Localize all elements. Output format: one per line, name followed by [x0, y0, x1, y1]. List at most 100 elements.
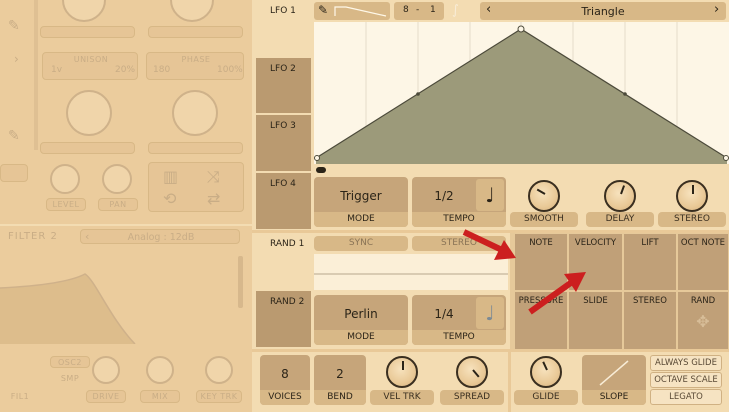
tab-lfo-3[interactable]: LFO 3: [256, 115, 311, 171]
osc-param-bar-4[interactable]: [148, 142, 243, 154]
filter-type-label: Analog : 12dB: [127, 232, 195, 243]
tab-lfo-2[interactable]: LFO 2: [256, 58, 311, 113]
delay-label: DELAY: [586, 212, 654, 227]
edit-icon[interactable]: ✎: [8, 18, 20, 34]
glide-knob[interactable]: [530, 356, 562, 388]
edit-icon[interactable]: ✎: [8, 128, 20, 144]
keyboard-icon[interactable]: ▥: [163, 167, 178, 186]
lfo-shape-preview[interactable]: ✎: [314, 2, 390, 20]
pencil-icon[interactable]: ✎: [318, 3, 328, 17]
mod-source-lift[interactable]: LIFT: [623, 233, 677, 291]
lfo-waveform-editor[interactable]: [314, 22, 729, 164]
stereo-knob[interactable]: [676, 180, 708, 212]
key-track-knob[interactable]: [205, 356, 233, 384]
grid-denominator[interactable]: 1: [430, 5, 436, 15]
rand-tempo-control[interactable]: 1/4 ♩ TEMPO: [412, 295, 506, 345]
osc-param-bar-1[interactable]: [40, 26, 135, 38]
velocity-track-knob[interactable]: [386, 356, 418, 388]
tab-lfo-4[interactable]: LFO 4: [256, 173, 311, 229]
legato-toggle[interactable]: LEGATO: [650, 389, 722, 405]
rand-mode-label: MODE: [314, 330, 408, 345]
drive-knob[interactable]: [92, 356, 120, 384]
mix-knob[interactable]: [146, 356, 174, 384]
osc-knob-mid-1[interactable]: [66, 90, 112, 136]
slope-control[interactable]: SLOPE: [582, 355, 646, 405]
bend-label: BEND: [314, 390, 366, 405]
unison-min: 1v: [51, 65, 63, 75]
filter-type-selector[interactable]: ‹ Analog : 12dB: [80, 229, 240, 244]
lfo-shape-selector[interactable]: ‹ Triangle ›: [480, 2, 726, 20]
octave-scale-toggle[interactable]: OCTAVE SCALE: [650, 372, 722, 388]
rand-preview-graph: [314, 254, 508, 290]
mod-source-velocity[interactable]: VELOCITY: [568, 233, 623, 291]
shuffle-icon[interactable]: ⤨: [207, 167, 220, 187]
tab-rand-1[interactable]: RAND 1: [256, 233, 311, 289]
mod-source-rand-label: RAND: [690, 296, 716, 306]
drag-handle-icon[interactable]: ✥: [678, 312, 728, 331]
pan-label: PAN: [98, 198, 138, 211]
chevron-right-icon[interactable]: ›: [14, 52, 19, 66]
mod-source-slide[interactable]: SLIDE: [568, 291, 623, 350]
rand-mode-control[interactable]: Perlin MODE: [314, 295, 408, 345]
always-glide-toggle[interactable]: ALWAYS GLIDE: [650, 355, 722, 371]
grid-numerator[interactable]: 8: [403, 5, 409, 15]
osc-param-bar-2[interactable]: [148, 26, 243, 38]
tab-lfo-1[interactable]: LFO 1: [256, 0, 311, 56]
osc-mode-box[interactable]: [0, 164, 28, 182]
mod-source-velocity-label: VELOCITY: [574, 238, 617, 248]
mod-source-stereo[interactable]: STEREO: [623, 291, 677, 350]
mod-source-note[interactable]: NOTE: [514, 233, 568, 291]
smooth-knob[interactable]: [528, 180, 560, 212]
phase-min: 180: [153, 65, 171, 75]
mod-source-oct-note[interactable]: OCT NOTE: [677, 233, 729, 291]
tab-rand-2[interactable]: RAND 2: [256, 291, 311, 347]
rand-tempo-value: 1/4: [434, 307, 454, 321]
shape-thumbnail-icon: [334, 6, 387, 17]
velocity-track-label: VEL TRK: [370, 390, 434, 405]
osc-options-grid[interactable]: ▥ ⤨ ⟲ ⇄: [148, 162, 244, 212]
delay-knob[interactable]: [604, 180, 636, 212]
unison-control[interactable]: UNISON 1v 20%: [42, 52, 138, 80]
osc-scrollbar[interactable]: [34, 0, 38, 150]
filter-scrollbar[interactable]: [238, 256, 243, 308]
osc-param-bar-3[interactable]: [40, 142, 135, 154]
rand-sync-toggle[interactable]: SYNC: [314, 236, 408, 251]
loop-icon[interactable]: ⟲: [163, 189, 176, 208]
osc2-label[interactable]: OSC2: [50, 356, 90, 368]
voices-control[interactable]: 8 VOICES: [260, 355, 310, 405]
tab-rand-2-label: RAND 2: [270, 297, 305, 307]
spread-knob[interactable]: [456, 356, 488, 388]
filter-response-graph[interactable]: [0, 248, 236, 344]
mod-source-lift-label: LIFT: [641, 238, 659, 248]
mod-source-pressure[interactable]: PRESSURE: [514, 291, 568, 350]
smooth-curve-icon[interactable]: ∫: [452, 3, 459, 18]
note-icon[interactable]: ♩: [476, 297, 504, 329]
mod-source-slide-label: SLIDE: [583, 296, 608, 306]
fil1-label[interactable]: FIL1: [0, 392, 40, 401]
unison-label: UNISON: [73, 55, 109, 64]
note-icon[interactable]: ♩: [476, 179, 504, 211]
bend-control[interactable]: 2 BEND: [314, 355, 366, 405]
lfo-mode-control[interactable]: Trigger MODE: [314, 177, 408, 227]
chevron-right-icon[interactable]: ›: [714, 2, 719, 17]
osc-knob-top-1[interactable]: [62, 0, 106, 22]
stereo-label: STEREO: [658, 212, 726, 227]
grid-separator: -: [416, 5, 420, 15]
filter-header: FILTER 2 ‹ Analog : 12dB: [0, 224, 252, 246]
pan-knob[interactable]: [102, 164, 132, 194]
lfo-phase-scrollbar[interactable]: [316, 167, 326, 173]
rand-stereo-toggle[interactable]: STEREO: [412, 236, 506, 251]
phase-control[interactable]: PHASE 180 100%: [146, 52, 244, 80]
mod-source-rand[interactable]: RAND ✥: [677, 291, 729, 350]
lfo-tempo-control[interactable]: 1/2 ♩ TEMPO: [412, 177, 506, 227]
key-track-label: KEY TRK: [196, 390, 242, 403]
glide-label: GLIDE: [514, 390, 578, 405]
osc-knob-top-2[interactable]: [170, 0, 214, 22]
swap-icon[interactable]: ⇄: [207, 189, 220, 208]
level-knob[interactable]: [50, 164, 80, 194]
grid-size-control[interactable]: 8 - 1: [394, 2, 444, 20]
osc-knob-mid-2[interactable]: [172, 90, 218, 136]
smp-label[interactable]: SMP: [50, 374, 90, 383]
tab-lfo-2-label: LFO 2: [270, 64, 296, 74]
voices-value: 8: [281, 367, 289, 381]
